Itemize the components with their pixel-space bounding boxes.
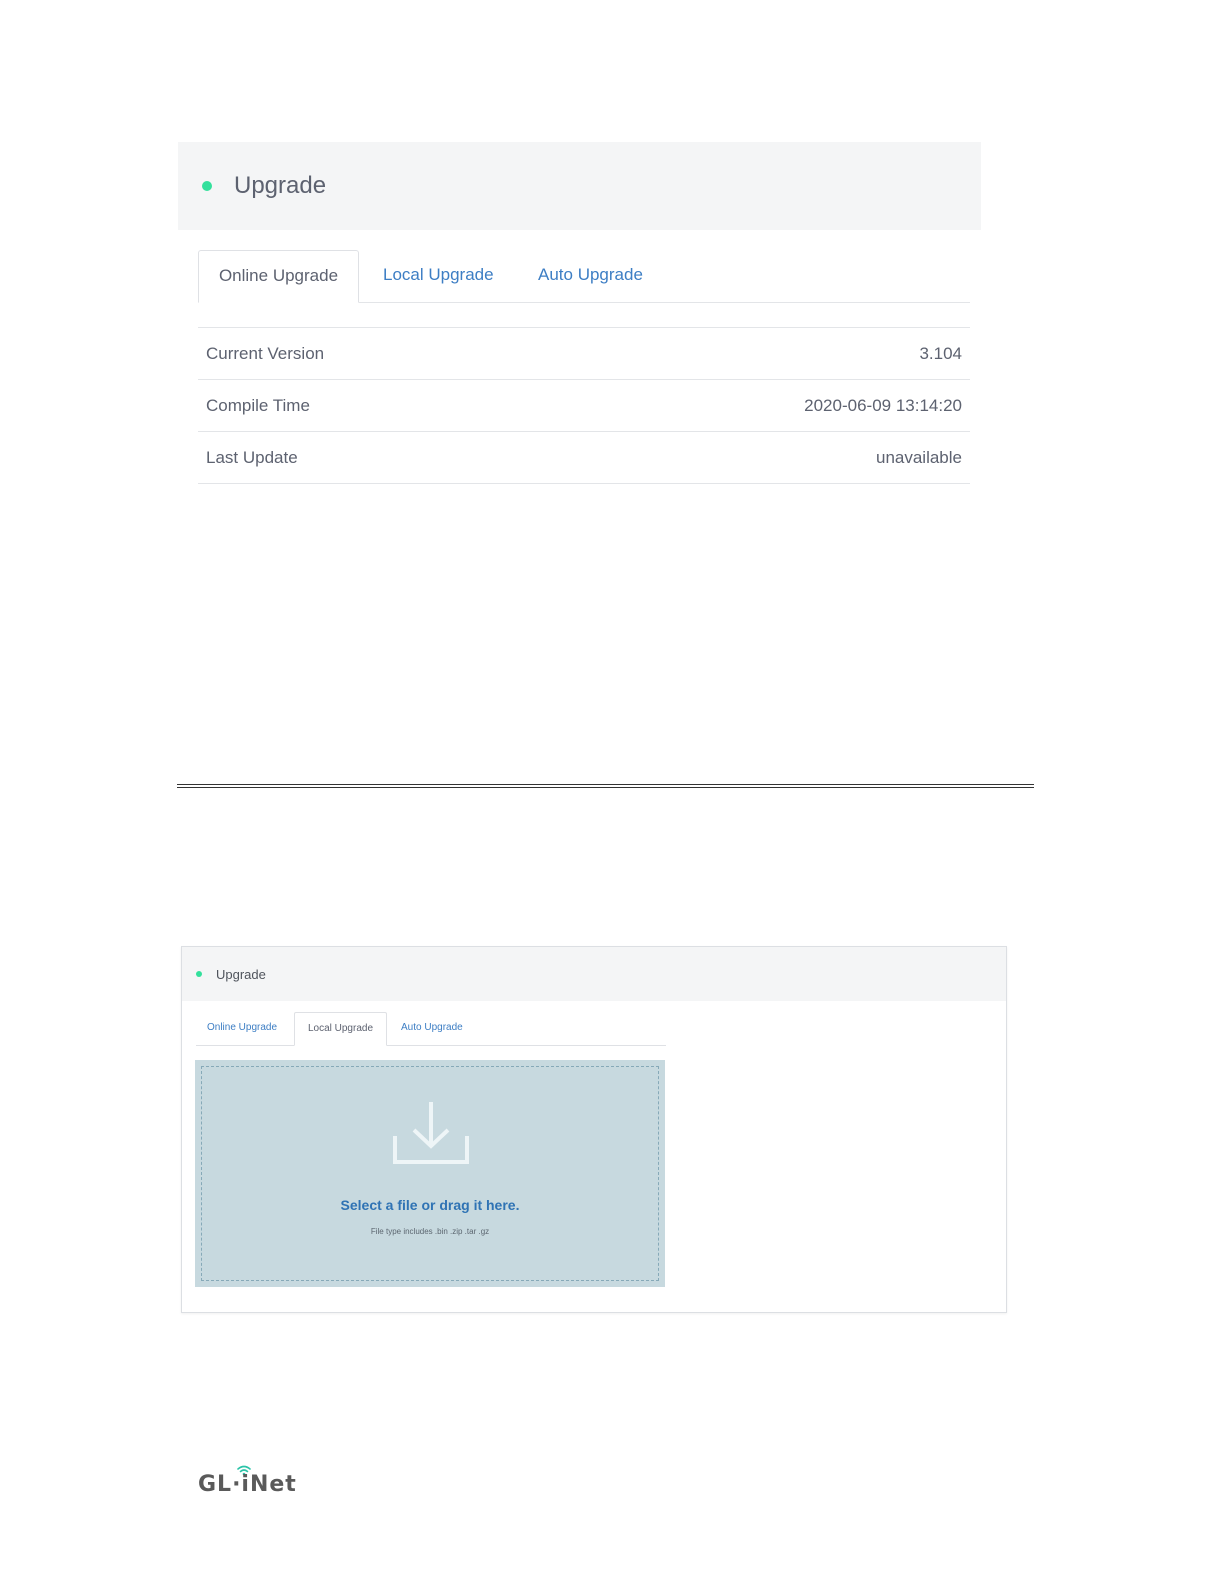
panel-header: Upgrade [182, 947, 1006, 1001]
dropzone-main-text[interactable]: Select a file or drag it here. [202, 1197, 658, 1213]
info-label: Compile Time [206, 395, 310, 415]
tab-auto-upgrade[interactable]: Auto Upgrade [538, 250, 643, 302]
upgrade-panel-local: Upgrade Online Upgrade Local Upgrade Aut… [181, 946, 1007, 1313]
tab-online-upgrade[interactable]: Online Upgrade [198, 250, 359, 303]
upgrade-panel-online: Upgrade Online Upgrade Local Upgrade Aut… [178, 142, 981, 484]
panel-header: Upgrade [178, 142, 981, 230]
info-label: Current Version [206, 343, 325, 363]
info-value: 3.104 [919, 343, 962, 363]
dropzone-area[interactable]: Select a file or drag it here. File type… [201, 1066, 659, 1281]
info-label: Last Update [206, 447, 298, 467]
page-divider [177, 784, 1034, 788]
file-dropzone[interactable]: Select a file or drag it here. File type… [195, 1060, 665, 1287]
status-dot-icon [196, 971, 202, 977]
panel-title: Upgrade [234, 172, 327, 199]
tab-local-upgrade[interactable]: Local Upgrade [383, 250, 494, 302]
info-row-compile-time: Compile Time 2020-06-09 13:14:20 [198, 380, 970, 432]
logo-text: GL·iNet [198, 1472, 297, 1497]
info-value: 2020-06-09 13:14:20 [804, 395, 962, 415]
panel-title: Upgrade [216, 966, 266, 982]
info-row-current-version: Current Version 3.104 [198, 328, 970, 380]
info-row-last-update: Last Update unavailable [198, 432, 970, 484]
firmware-info-table: Current Version 3.104 Compile Time 2020-… [198, 327, 970, 484]
tab-online-upgrade[interactable]: Online Upgrade [207, 1012, 277, 1045]
tab-auto-upgrade[interactable]: Auto Upgrade [401, 1012, 463, 1045]
dropzone-file-types: File type includes .bin .zip .tar .gz [370, 1227, 490, 1236]
status-dot-icon [202, 181, 212, 191]
tab-local-upgrade[interactable]: Local Upgrade [294, 1012, 387, 1046]
info-value: unavailable [875, 447, 962, 467]
tab-bar: Online Upgrade Local Upgrade Auto Upgrad… [198, 250, 970, 303]
download-icon [393, 1102, 469, 1164]
tab-bar: Online Upgrade Local Upgrade Auto Upgrad… [196, 1012, 666, 1046]
